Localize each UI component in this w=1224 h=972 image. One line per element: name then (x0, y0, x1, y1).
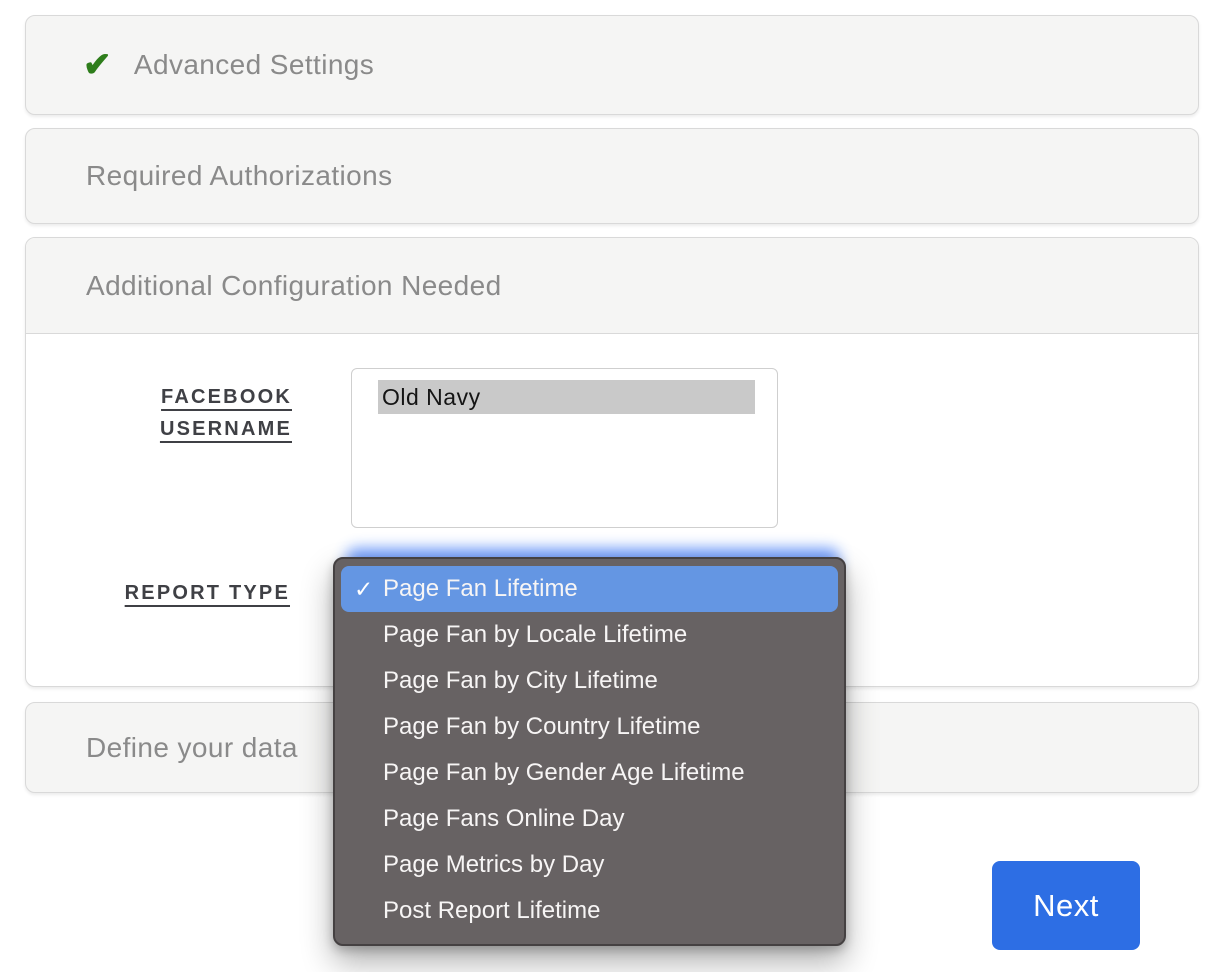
step-title: Define your data (86, 732, 298, 764)
menu-option-label: Page Fan by Locale Lifetime (383, 621, 687, 648)
menu-option[interactable]: Post Report Lifetime (341, 888, 838, 934)
menu-option[interactable]: ✓ Page Fan Lifetime (341, 566, 838, 612)
step-additional-configuration-header[interactable]: Additional Configuration Needed (26, 238, 1198, 334)
facebook-username-input[interactable]: Old Navy (351, 368, 778, 528)
facebook-username-selected-text: Old Navy (378, 380, 755, 414)
menu-option[interactable]: Page Fan by Gender Age Lifetime (341, 750, 838, 796)
menu-option-label: Post Report Lifetime (383, 897, 600, 924)
menu-option-label: Page Fans Online Day (383, 805, 624, 832)
step-title: Additional Configuration Needed (86, 270, 502, 302)
selected-check-icon: ✓ (354, 566, 373, 612)
facebook-username-label-line1: FACEBOOK (120, 381, 292, 413)
facebook-username-label: FACEBOOK USERNAME (120, 381, 292, 445)
menu-option[interactable]: Page Fan by Locale Lifetime (341, 612, 838, 658)
menu-option-label: Page Fan by Country Lifetime (383, 713, 701, 740)
menu-option[interactable]: Page Metrics by Day (341, 842, 838, 888)
completed-check-icon: ✔ (83, 48, 112, 82)
menu-option-label: Page Fan by City Lifetime (383, 667, 658, 694)
facebook-username-label-line2: USERNAME (120, 413, 292, 445)
step-advanced-settings[interactable]: ✔ Advanced Settings (25, 15, 1199, 115)
report-type-label: REPORT TYPE (118, 577, 290, 609)
menu-option-label: Page Metrics by Day (383, 851, 604, 878)
next-button[interactable]: Next (992, 861, 1140, 950)
menu-option-label: Page Fan by Gender Age Lifetime (383, 759, 745, 786)
menu-option[interactable]: Page Fan by Country Lifetime (341, 704, 838, 750)
menu-option-label: Page Fan Lifetime (383, 575, 578, 602)
report-type-menu[interactable]: ✓ Page Fan Lifetime Page Fan by Locale Lif… (333, 557, 846, 946)
step-required-authorizations[interactable]: Required Authorizations (25, 128, 1199, 224)
step-title: Required Authorizations (86, 160, 393, 192)
step-title: Advanced Settings (134, 49, 374, 81)
menu-option[interactable]: Page Fan by City Lifetime (341, 658, 838, 704)
menu-option[interactable]: Page Fans Online Day (341, 796, 838, 842)
